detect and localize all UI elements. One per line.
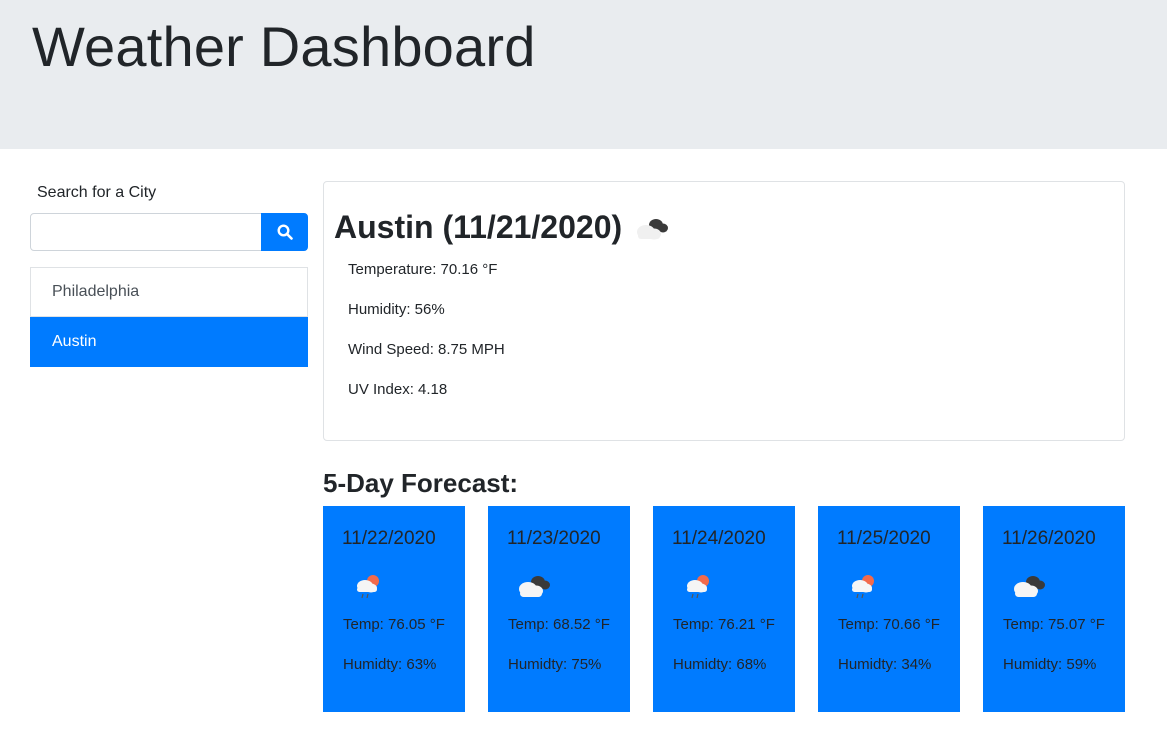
forecast-temp: Temp: 68.52 °F	[508, 616, 610, 633]
forecast-date: 11/23/2020	[507, 528, 601, 549]
forecast-temp: Temp: 70.66 °F	[838, 616, 940, 633]
broken-clouds-icon	[637, 218, 669, 239]
forecast-humidity: Humidty: 63%	[343, 656, 437, 673]
header-jumbotron: Weather Dashboard	[0, 0, 1167, 149]
current-humidity: Humidity: 56%	[348, 301, 445, 318]
forecast-date: 11/25/2020	[837, 528, 931, 549]
page-title: Weather Dashboard	[32, 15, 536, 78]
forecast-date: 11/22/2020	[342, 528, 436, 549]
forecast-date: 11/26/2020	[1002, 528, 1096, 549]
forecast-card: 11/24/2020 Temp: 76.21 °F Humidty: 68%	[653, 506, 795, 712]
rain-sun-icon	[687, 575, 709, 599]
forecast-card: 11/23/2020 Temp: 68.52 °F Humidty: 75%	[488, 506, 630, 712]
forecast-humidity: Humidty: 68%	[673, 656, 767, 673]
forecast-temp: Temp: 76.05 °F	[343, 616, 445, 633]
current-weather-card: Austin (11/21/2020) Temperature: 70.16 °…	[323, 181, 1125, 441]
forecast-date: 11/24/2020	[672, 528, 766, 549]
forecast-humidity: Humidty: 59%	[1003, 656, 1097, 673]
current-city-date: Austin (11/21/2020)	[334, 209, 623, 245]
forecast-temp: Temp: 76.21 °F	[673, 616, 775, 633]
broken-clouds-icon	[1014, 576, 1045, 597]
search-icon	[276, 224, 293, 240]
forecast-heading: 5-Day Forecast:	[323, 468, 519, 498]
forecast-card: 11/22/2020 Temp: 76.05 °F Humidty: 63%	[323, 506, 465, 712]
rain-sun-icon	[357, 575, 379, 599]
forecast-humidity: Humidty: 34%	[838, 656, 932, 673]
search-input[interactable]	[30, 213, 262, 251]
current-wind-speed: Wind Speed: 8.75 MPH	[348, 341, 505, 358]
broken-clouds-icon	[519, 576, 550, 597]
city-item-austin[interactable]: Austin	[30, 317, 308, 367]
forecast-temp: Temp: 75.07 °F	[1003, 616, 1105, 633]
current-uv-index: UV Index: 4.18	[348, 381, 448, 398]
search-button[interactable]	[261, 213, 308, 251]
city-item-philadelphia[interactable]: Philadelphia	[30, 267, 308, 317]
current-temperature: Temperature: 70.16 °F	[348, 261, 498, 278]
current-weather-title: Austin (11/21/2020)	[334, 209, 672, 246]
forecast-card: 11/26/2020 Temp: 75.07 °F Humidty: 59%	[983, 506, 1125, 712]
city-history-list: Philadelphia Austin	[30, 267, 308, 367]
forecast-humidity: Humidty: 75%	[508, 656, 602, 673]
rain-sun-icon	[852, 575, 874, 599]
forecast-card: 11/25/2020 Temp: 70.66 °F Humidty: 34%	[818, 506, 960, 712]
search-label: Search for a City	[37, 184, 157, 201]
